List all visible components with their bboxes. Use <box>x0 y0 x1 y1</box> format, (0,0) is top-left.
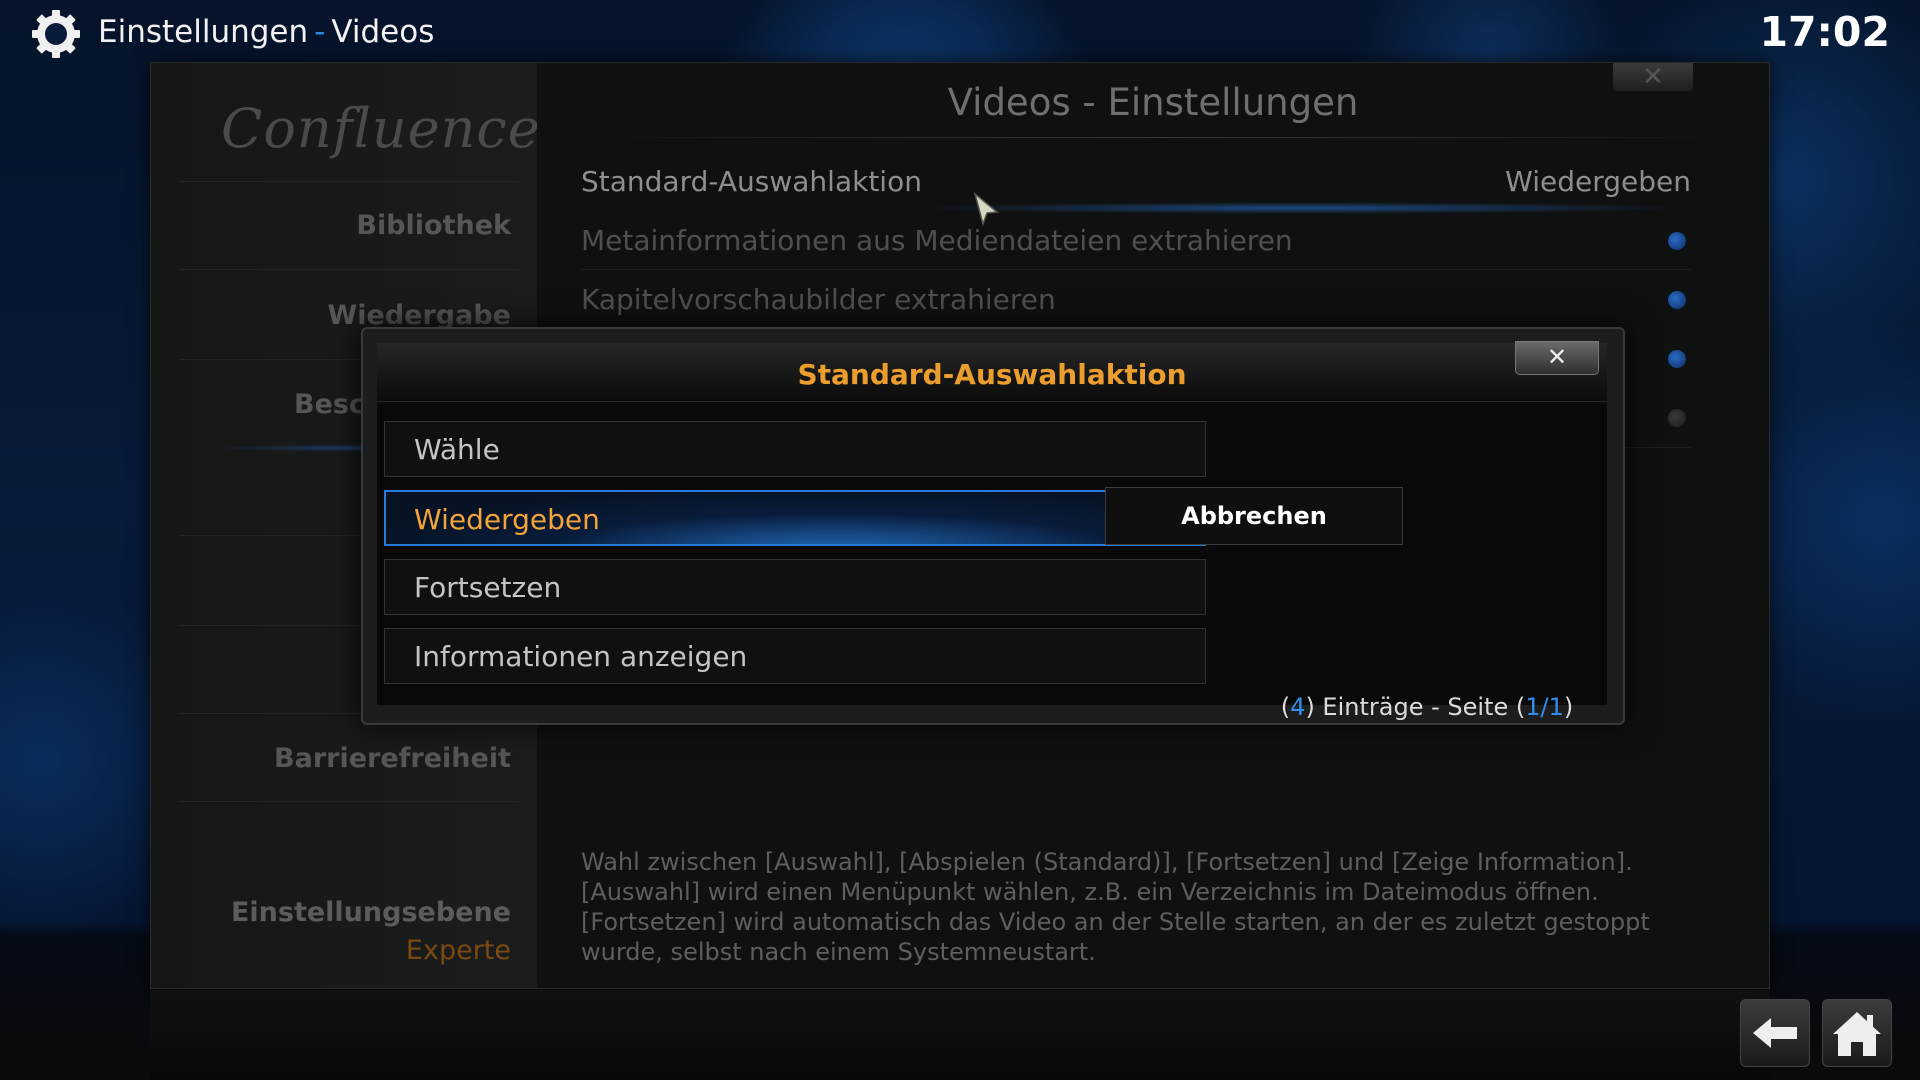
setting-label: Standard-Auswahlaktion <box>581 165 922 198</box>
toggle-on-icon[interactable] <box>1668 350 1686 368</box>
setting-row-extract-metadata[interactable]: Metainformationen aus Mediendateien extr… <box>581 218 1691 264</box>
sidebar-divider <box>179 269 519 270</box>
toggle-off-icon[interactable] <box>1668 409 1686 427</box>
cancel-button[interactable]: Abbrechen <box>1105 487 1403 545</box>
back-button[interactable] <box>1740 999 1810 1067</box>
mouse-cursor-icon <box>973 192 999 226</box>
pager-middle: ) Einträge - Seite ( <box>1305 693 1526 721</box>
pager-open: ( <box>1280 693 1291 721</box>
title-divider <box>581 137 1741 138</box>
clock: 17:02 <box>1759 8 1890 56</box>
item-count-number: 4 <box>1290 693 1306 721</box>
settings-level-label[interactable]: Einstellungsebene <box>171 895 511 931</box>
settings-level-value[interactable]: Experte <box>171 933 511 969</box>
row-divider <box>581 269 1691 270</box>
option-item[interactable]: Informationen anzeigen <box>384 628 1206 684</box>
setting-label: Metainformationen aus Mediendateien extr… <box>581 224 1293 257</box>
breadcrumb-title: Einstellungen <box>98 14 309 50</box>
dialog-body: Standard-Auswahlaktion ✕ Wähle Wiedergeb… <box>377 341 1607 721</box>
option-item[interactable]: Wähle <box>384 421 1206 477</box>
setting-row-default-action[interactable]: Standard-Auswahlaktion Wiedergeben <box>581 159 1691 205</box>
select-dialog: Standard-Auswahlaktion ✕ Wähle Wiedergeb… <box>361 327 1625 725</box>
focus-glow <box>911 202 1691 214</box>
setting-value: Wiedergeben <box>1505 165 1691 198</box>
bottom-bar <box>150 990 1770 1080</box>
page-indicator: 1/1 <box>1525 693 1564 721</box>
dialog-title: Standard-Auswahlaktion <box>797 358 1187 391</box>
confluence-logo: Confluence <box>221 97 541 160</box>
breadcrumb-separator: - <box>314 14 326 50</box>
gear-icon <box>32 10 80 58</box>
page-title: Videos - Einstellungen <box>947 81 1359 124</box>
toggle-on-icon[interactable] <box>1668 232 1686 250</box>
back-arrow-icon <box>1753 1018 1797 1048</box>
home-icon <box>1833 1012 1881 1056</box>
toggle-on-icon[interactable] <box>1668 291 1686 309</box>
sidebar-divider <box>179 801 519 802</box>
option-item-selected[interactable]: Wiedergeben <box>384 490 1206 546</box>
sidebar-divider <box>179 181 519 182</box>
pager-close: ) <box>1563 693 1574 721</box>
option-item[interactable]: Fortsetzen <box>384 559 1206 615</box>
home-button[interactable] <box>1822 999 1892 1067</box>
dialog-close-button[interactable]: ✕ <box>1515 341 1599 375</box>
item-count: (4) Einträge - Seite (1/1) <box>1277 693 1577 721</box>
setting-label: Kapitelvorschaubilder extrahieren <box>581 283 1056 316</box>
setting-row-extract-chapter-thumbs[interactable]: Kapitelvorschaubilder extrahieren <box>581 277 1691 323</box>
setting-description: Wahl zwischen [Auswahl], [Abspielen (Sta… <box>581 848 1650 966</box>
sidebar-item-bibliothek[interactable]: Bibliothek <box>171 206 511 246</box>
sidebar-item-barrierefreiheit[interactable]: Barrierefreiheit <box>171 739 511 779</box>
breadcrumb: Einstellungen - Videos <box>98 10 434 54</box>
breadcrumb-subtitle: Videos <box>331 14 435 50</box>
